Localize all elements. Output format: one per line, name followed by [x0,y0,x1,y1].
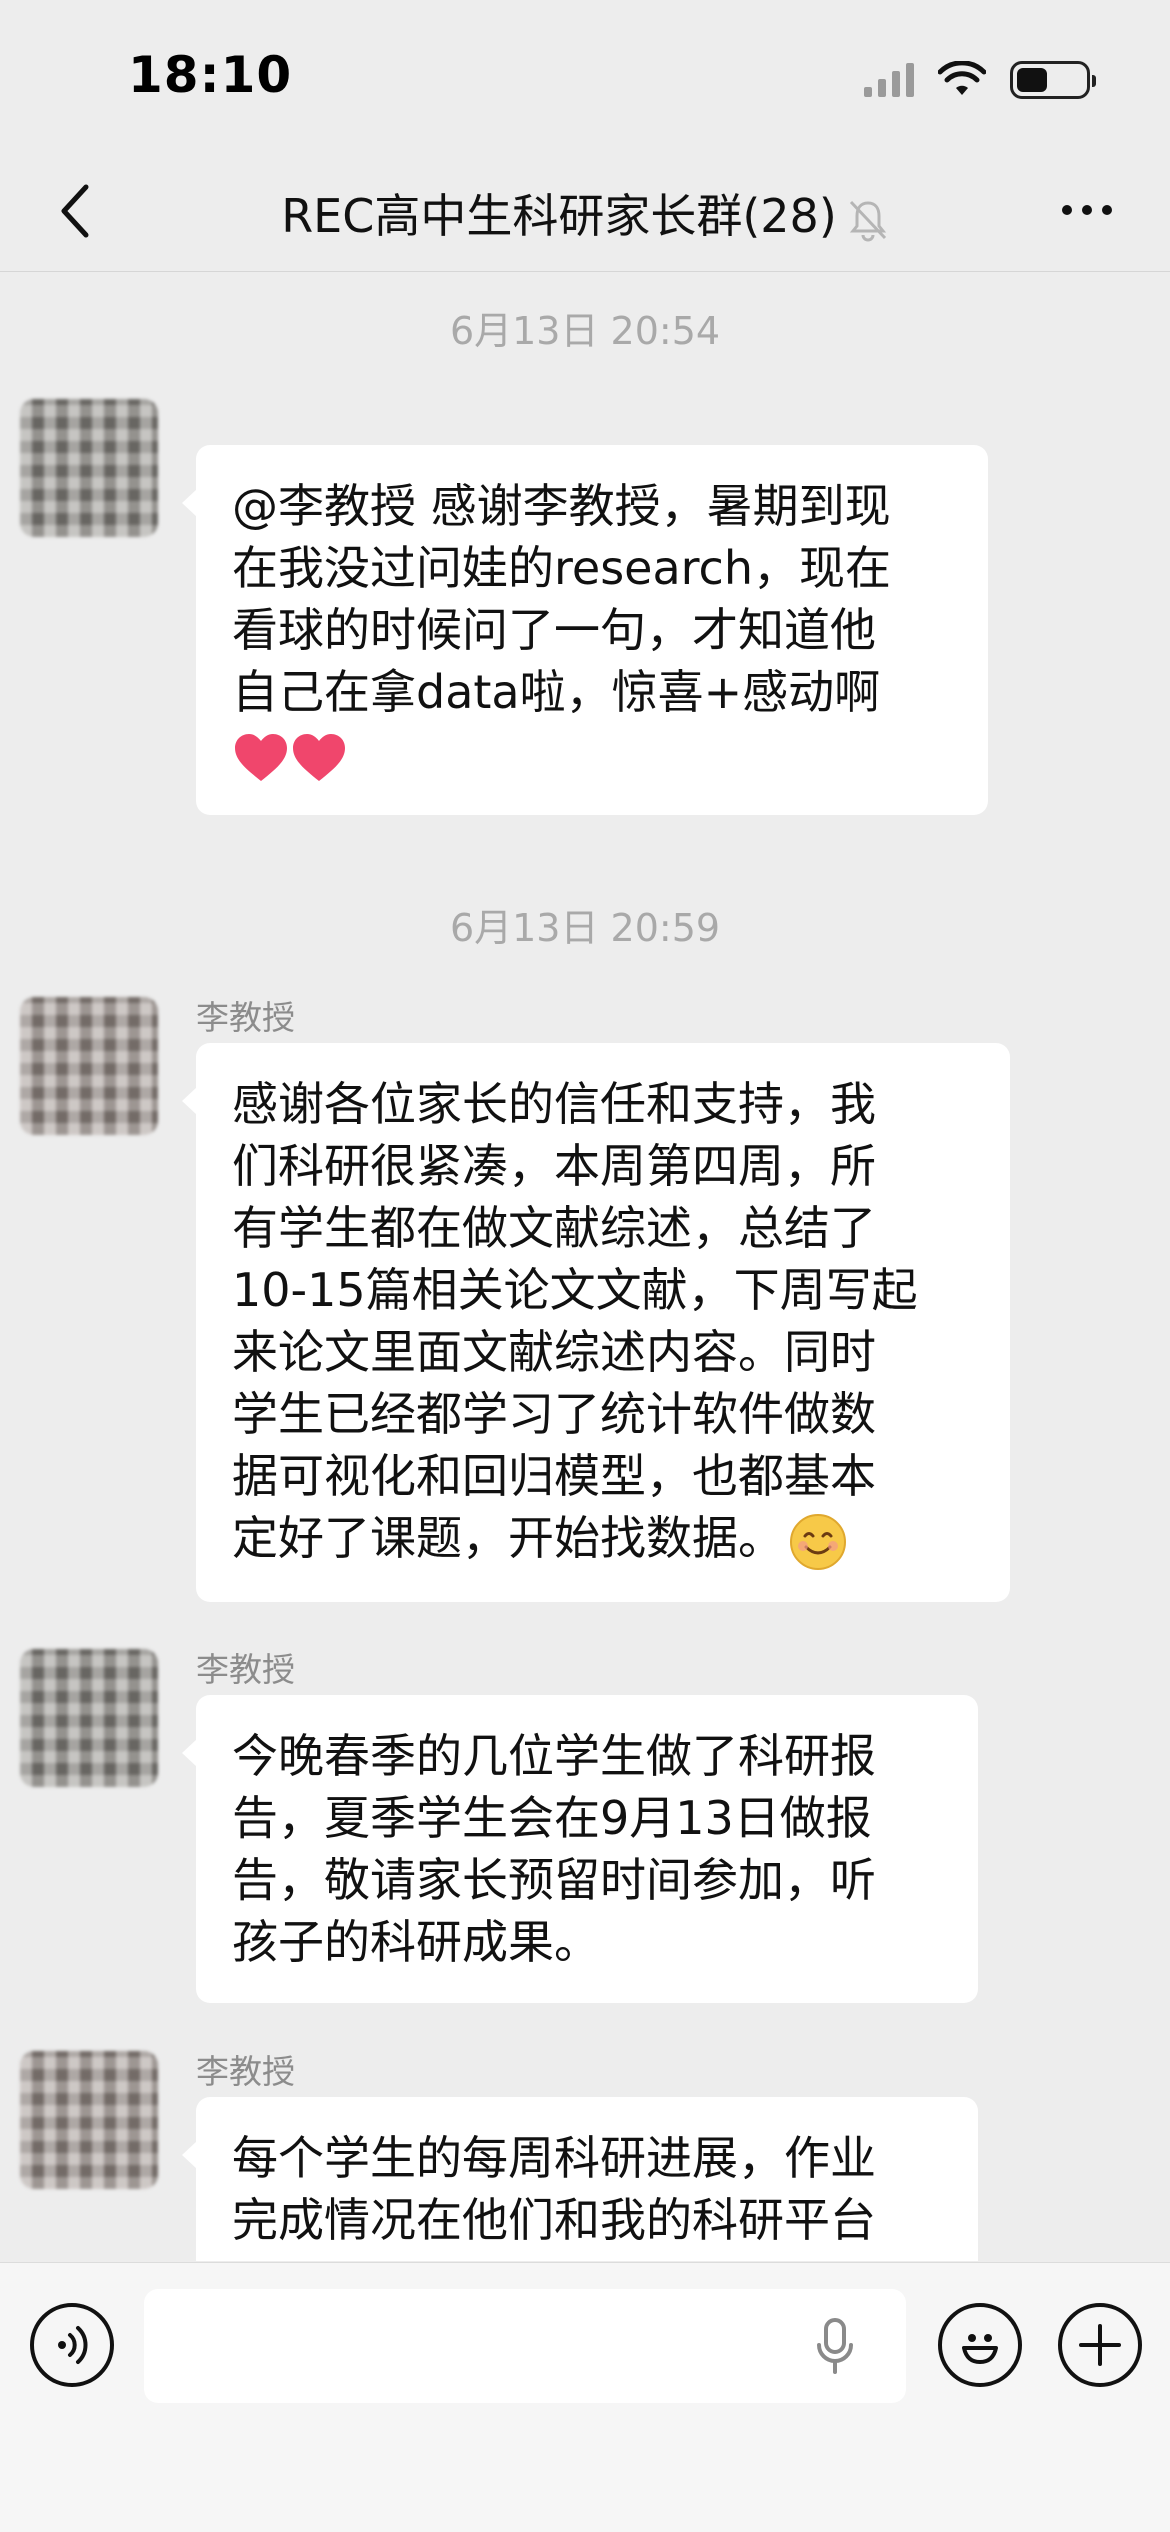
heart-icon [235,733,287,781]
message-bubble[interactable]: 每个学生的每周科研进展，作业 完成情况在他们和我的科研平台 [182,2097,978,2261]
message-line: 今晚春季的几位学生做了科研报 [232,1729,876,1783]
message-line: 看球的时候问了一句，才知道他 [232,603,876,657]
message-timestamp: 6月13日 20:54 [449,309,721,353]
smiling-face-emoji [790,1513,846,1570]
battery-icon [1010,61,1096,99]
more-dot [1102,205,1112,215]
wifi-icon [938,61,986,95]
message-bubble[interactable]: 感谢各位家长的信任和支持，我 们科研很紧凑，本周第四周，所 有学生都在做文献综述… [182,1043,1010,1602]
message-line-with-emoji: 定好了课题，开始找数据。 [232,1507,974,1572]
avatar[interactable] [20,399,158,537]
message-line: 告，夏季学生会在9月13日做报 [232,1791,872,1845]
message-line: 在我没过问娃的research，现在 [232,541,892,595]
more-dots-icon [1062,205,1072,215]
status-time: 18:10 [128,46,293,104]
cellular-signal-icon [864,63,914,97]
microphone-icon[interactable] [814,2317,856,2377]
message-bubble[interactable]: @李教授 感谢李教授，暑期到现 在我没过问娃的research，现在 看球的时候… [182,445,988,815]
bell-muted-icon [849,200,886,241]
input-bar [0,2262,1170,2532]
heart-icon [293,733,345,781]
message-timestamp: 6月13日 20:59 [449,906,721,950]
message-line: 10-15篇相关论文文献，下周写起 [232,1263,918,1317]
heart-emoji-group [232,723,952,785]
sender-name: 李教授 [196,1650,295,1689]
chat-title: REC高中生科研家长群(28) [0,180,1170,246]
message-line: 完成情况在他们和我的科研平台 [232,2193,876,2247]
message-input[interactable] [144,2289,906,2403]
message-line: 孩子的科研成果。 [232,1915,600,1969]
message-line: 感谢各位家长的信任和支持，我 [232,1077,876,1131]
message-line: 告，敬请家长预留时间参加，听 [232,1853,876,1907]
message-line: 有学生都在做文献综述，总结了 [232,1201,876,1255]
more-dot [1082,205,1092,215]
message-list[interactable]: 6月13日 20:54 @李教授 感谢李教授，暑期到现 在我没过问娃的resea… [0,273,1170,2261]
message-line: @李教授 感谢李教授，暑期到现 [232,479,891,533]
more-functions-button[interactable] [1058,2303,1142,2387]
avatar[interactable] [20,2051,158,2189]
voice-input-icon [58,2326,88,2364]
voice-input-button[interactable] [30,2303,114,2387]
message-line: 据可视化和回归模型，也都基本 [232,1449,876,1503]
message-line: 自己在拿data啦，惊喜+感动啊 [232,665,881,719]
status-bar: 18:10 [0,0,1170,150]
emoji-icon [962,2334,998,2364]
plus-icon [1079,2324,1121,2366]
more-options-button[interactable] [1052,190,1122,230]
emoji-button[interactable] [938,2303,1022,2387]
avatar[interactable] [20,1649,158,1787]
status-icons [864,56,1096,104]
avatar[interactable] [20,997,158,1135]
battery-level-fill [1017,68,1047,92]
message-line: 们科研很紧凑，本周第四周，所 [232,1139,876,1193]
sender-name: 李教授 [196,2052,295,2091]
message-line: 学生已经都学习了统计软件做数 [232,1387,876,1441]
chat-screen: 18:10 REC高中生科研家长群(28) 6月13日 20:54 @李教授 感… [0,0,1170,2532]
message-line: 每个学生的每周科研进展，作业 [232,2131,876,2185]
message-bubble[interactable]: 今晚春季的几位学生做了科研报 告，夏季学生会在9月13日做报 告，敬请家长预留时… [182,1695,978,2003]
message-line: 定好了课题，开始找数据。 [232,1511,784,1565]
message-line: 来论文里面文献综述内容。同时 [232,1325,876,1379]
chat-title-text: REC高中生科研家长群(28) [281,189,837,243]
sender-name: 李教授 [196,998,295,1037]
chat-header: REC高中生科研家长群(28) [0,150,1170,272]
